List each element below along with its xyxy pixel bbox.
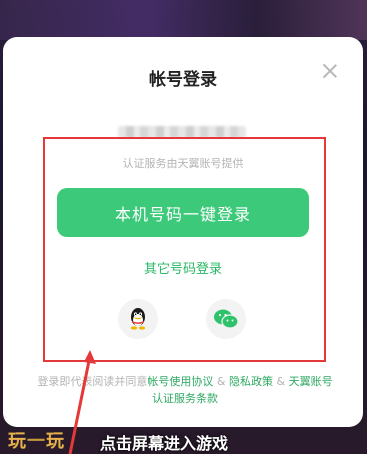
privacy-policy-link[interactable]: 隐私政策 [229,375,273,388]
annotation-highlight-box [43,137,326,362]
tap-to-enter-text[interactable]: 点击屏幕进入游戏 [100,430,228,454]
watermark-char: 玩 [8,431,27,452]
account-usage-agreement-link[interactable]: 帐号使用协议 [147,375,213,388]
watermark-char: 玩 [46,431,65,452]
site-watermark: 玩一玩 [8,427,65,453]
agreement-separator: & [213,375,229,388]
watermark-char: 一 [27,431,46,452]
agreement-separator: & [273,375,289,388]
close-icon[interactable] [321,62,339,80]
background-banner [0,0,367,40]
dialog-title: 帐号登录 [149,70,217,90]
